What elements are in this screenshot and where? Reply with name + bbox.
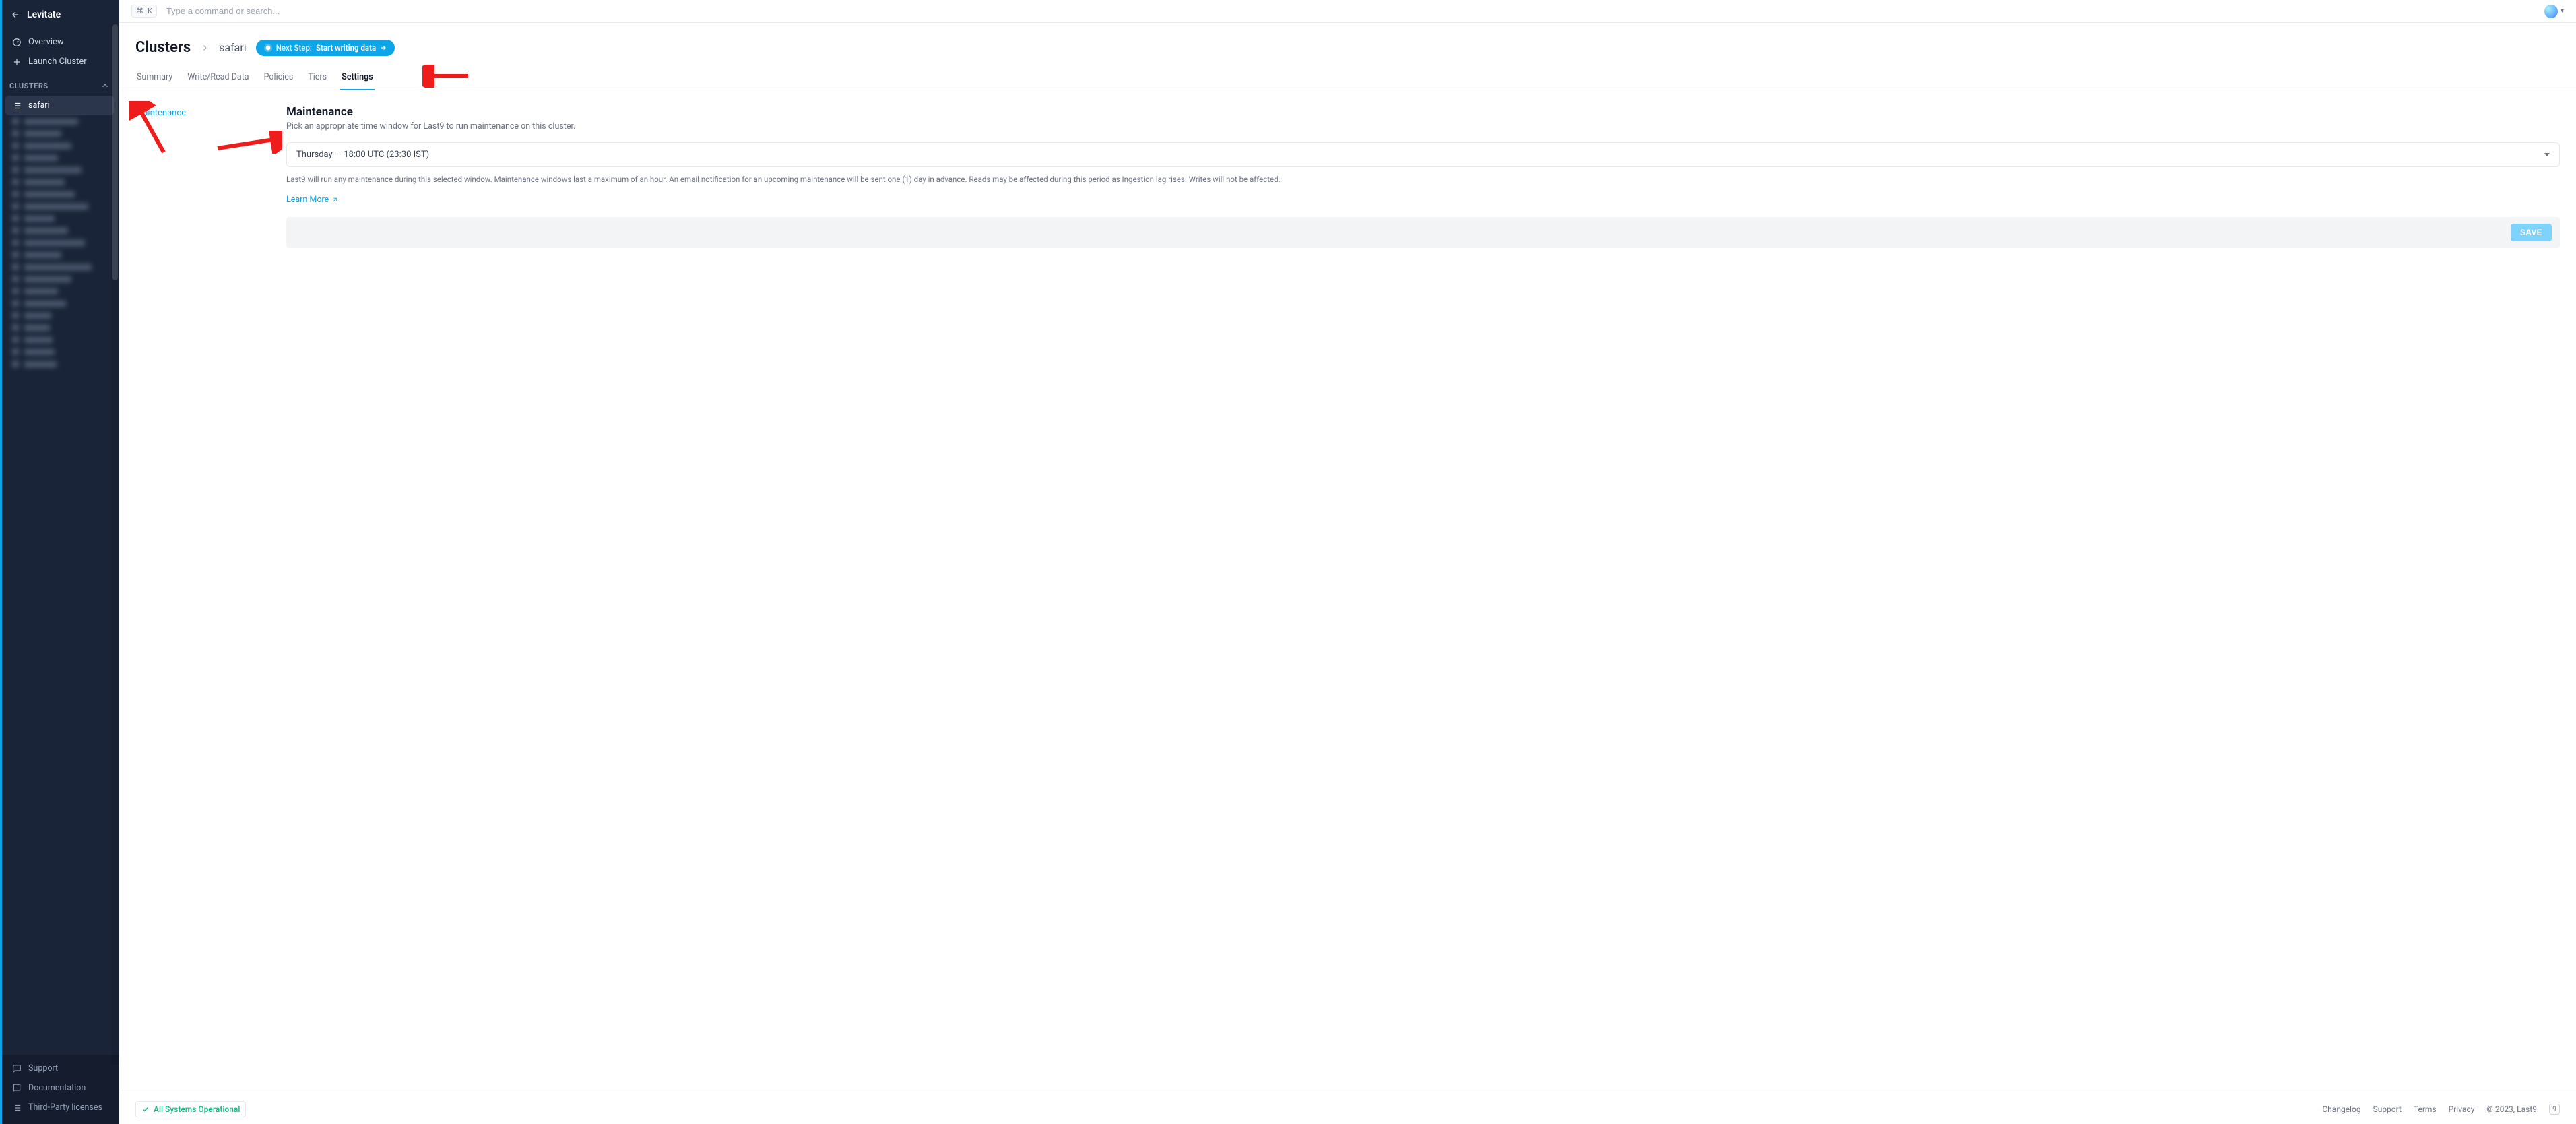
plus-icon bbox=[12, 57, 22, 67]
cluster-item-label: safari bbox=[28, 100, 50, 111]
settings-subnav: Maintenance bbox=[135, 105, 270, 248]
cluster-item-redacted bbox=[5, 285, 114, 297]
external-link-icon bbox=[331, 196, 339, 204]
cluster-item-redacted bbox=[5, 358, 114, 370]
footer-support[interactable]: Support bbox=[2373, 1104, 2402, 1114]
cluster-item-redacted bbox=[5, 212, 114, 224]
search-input[interactable] bbox=[166, 6, 2535, 16]
nav-launch-cluster[interactable]: Launch Cluster bbox=[5, 52, 114, 71]
breadcrumb-root[interactable]: Clusters bbox=[135, 39, 191, 56]
main: ⌘ K ▾ Clusters safari Next Step: Start bbox=[119, 0, 2576, 1124]
back-arrow-icon bbox=[11, 10, 20, 20]
maintenance-panel: Maintenance Pick an appropriate time win… bbox=[286, 105, 2560, 248]
cluster-item-redacted bbox=[5, 188, 114, 200]
sidebar-section-clusters[interactable]: CLUSTERS bbox=[0, 74, 119, 96]
panel-subtitle: Pick an appropriate time window for Last… bbox=[286, 121, 2560, 131]
check-icon bbox=[141, 1105, 150, 1113]
footer-copyright: © 2023, Last9 bbox=[2486, 1104, 2537, 1114]
save-button[interactable]: SAVE bbox=[2511, 224, 2552, 241]
cluster-item-redacted bbox=[5, 261, 114, 273]
tab-write-read[interactable]: Write/Read Data bbox=[186, 65, 250, 90]
maintenance-window-select[interactable]: Thursday — 18:00 UTC (23:30 IST) bbox=[286, 142, 2560, 167]
cluster-item-redacted bbox=[5, 346, 114, 358]
tab-summary[interactable]: Summary bbox=[135, 65, 174, 90]
save-bar: SAVE bbox=[286, 217, 2560, 248]
cluster-item-redacted bbox=[5, 139, 114, 152]
cluster-item-redacted bbox=[5, 334, 114, 346]
cluster-item-redacted bbox=[5, 127, 114, 139]
panel-title: Maintenance bbox=[286, 105, 2560, 119]
chevron-up-icon bbox=[100, 81, 110, 90]
settings-nav-maintenance[interactable]: Maintenance bbox=[135, 105, 270, 121]
nav-overview-label: Overview bbox=[28, 37, 64, 47]
tab-tiers[interactable]: Tiers bbox=[307, 65, 328, 90]
tabs: Summary Write/Read Data Policies Tiers S… bbox=[119, 65, 2576, 90]
nav-documentation-label: Documentation bbox=[28, 1083, 86, 1093]
cluster-item-redacted bbox=[5, 321, 114, 334]
learn-more-label: Learn More bbox=[286, 195, 329, 205]
chat-icon bbox=[12, 1064, 22, 1073]
sidebar-section-label: CLUSTERS bbox=[9, 82, 49, 90]
select-value: Thursday — 18:00 UTC (23:30 IST) bbox=[296, 150, 429, 160]
nav-overview[interactable]: Overview bbox=[5, 32, 114, 52]
shortcut-key: K bbox=[148, 7, 152, 15]
system-status[interactable]: All Systems Operational bbox=[135, 1101, 246, 1117]
sidebar: Levitate Overview Launch Cluster CLUSTER… bbox=[0, 0, 119, 1124]
tab-settings[interactable]: Settings bbox=[340, 65, 375, 90]
avatar bbox=[2544, 5, 2558, 18]
nav-support[interactable]: Support bbox=[5, 1059, 114, 1078]
cluster-item-redacted bbox=[5, 115, 114, 127]
chevron-right-icon bbox=[200, 43, 210, 53]
topbar: ⌘ K ▾ bbox=[119, 0, 2576, 23]
shortcut-mod: ⌘ bbox=[136, 7, 143, 15]
next-step-label: Next Step: bbox=[276, 43, 312, 53]
footer-terms[interactable]: Terms bbox=[2414, 1104, 2437, 1114]
system-status-label: All Systems Operational bbox=[154, 1104, 240, 1114]
next-step-action: Start writing data bbox=[316, 43, 376, 53]
tab-policies[interactable]: Policies bbox=[263, 65, 295, 90]
cluster-item-redacted bbox=[5, 309, 114, 321]
brand-name: Levitate bbox=[27, 9, 61, 20]
breadcrumb-leaf: safari bbox=[219, 41, 247, 54]
cluster-item-redacted bbox=[5, 176, 114, 188]
cluster-list: safari bbox=[0, 96, 119, 1054]
nav-support-label: Support bbox=[28, 1063, 58, 1073]
cluster-item-redacted bbox=[5, 249, 114, 261]
breadcrumb: Clusters safari Next Step: Start writing… bbox=[135, 39, 2560, 56]
user-menu[interactable]: ▾ bbox=[2544, 5, 2564, 18]
cluster-item-redacted bbox=[5, 297, 114, 309]
cluster-item-redacted bbox=[5, 224, 114, 237]
footer-privacy[interactable]: Privacy bbox=[2449, 1104, 2475, 1114]
nav-licenses-label: Third-Party licenses bbox=[28, 1102, 102, 1113]
footer-changelog[interactable]: Changelog bbox=[2322, 1104, 2360, 1114]
list-icon bbox=[12, 1103, 22, 1113]
cluster-item-redacted bbox=[5, 164, 114, 176]
gauge-icon bbox=[12, 38, 22, 47]
panel-help-text: Last9 will run any maintenance during th… bbox=[286, 174, 2560, 185]
cluster-item-redacted bbox=[5, 200, 114, 212]
nav-licenses[interactable]: Third-Party licenses bbox=[5, 1098, 114, 1117]
cluster-item-safari[interactable]: safari bbox=[5, 96, 114, 115]
book-icon bbox=[12, 1084, 22, 1093]
sidebar-scrollbar[interactable] bbox=[111, 24, 119, 1065]
brand-header[interactable]: Levitate bbox=[0, 0, 119, 30]
chevron-down-icon: ▾ bbox=[2561, 7, 2564, 15]
bulb-icon bbox=[264, 44, 272, 52]
list-icon bbox=[12, 101, 22, 111]
nav-launch-label: Launch Cluster bbox=[28, 57, 87, 67]
footer: All Systems Operational Changelog Suppor… bbox=[119, 1094, 2576, 1124]
command-shortcut: ⌘ K bbox=[131, 5, 157, 18]
cluster-item-redacted bbox=[5, 273, 114, 285]
brand-badge: 9 bbox=[2549, 1104, 2560, 1115]
chevron-down-icon bbox=[2544, 153, 2550, 156]
next-step-button[interactable]: Next Step: Start writing data bbox=[256, 40, 395, 56]
arrow-right-icon bbox=[380, 44, 387, 51]
cluster-item-redacted bbox=[5, 237, 114, 249]
cluster-item-redacted bbox=[5, 152, 114, 164]
nav-documentation[interactable]: Documentation bbox=[5, 1078, 114, 1098]
learn-more-link[interactable]: Learn More bbox=[286, 195, 339, 205]
